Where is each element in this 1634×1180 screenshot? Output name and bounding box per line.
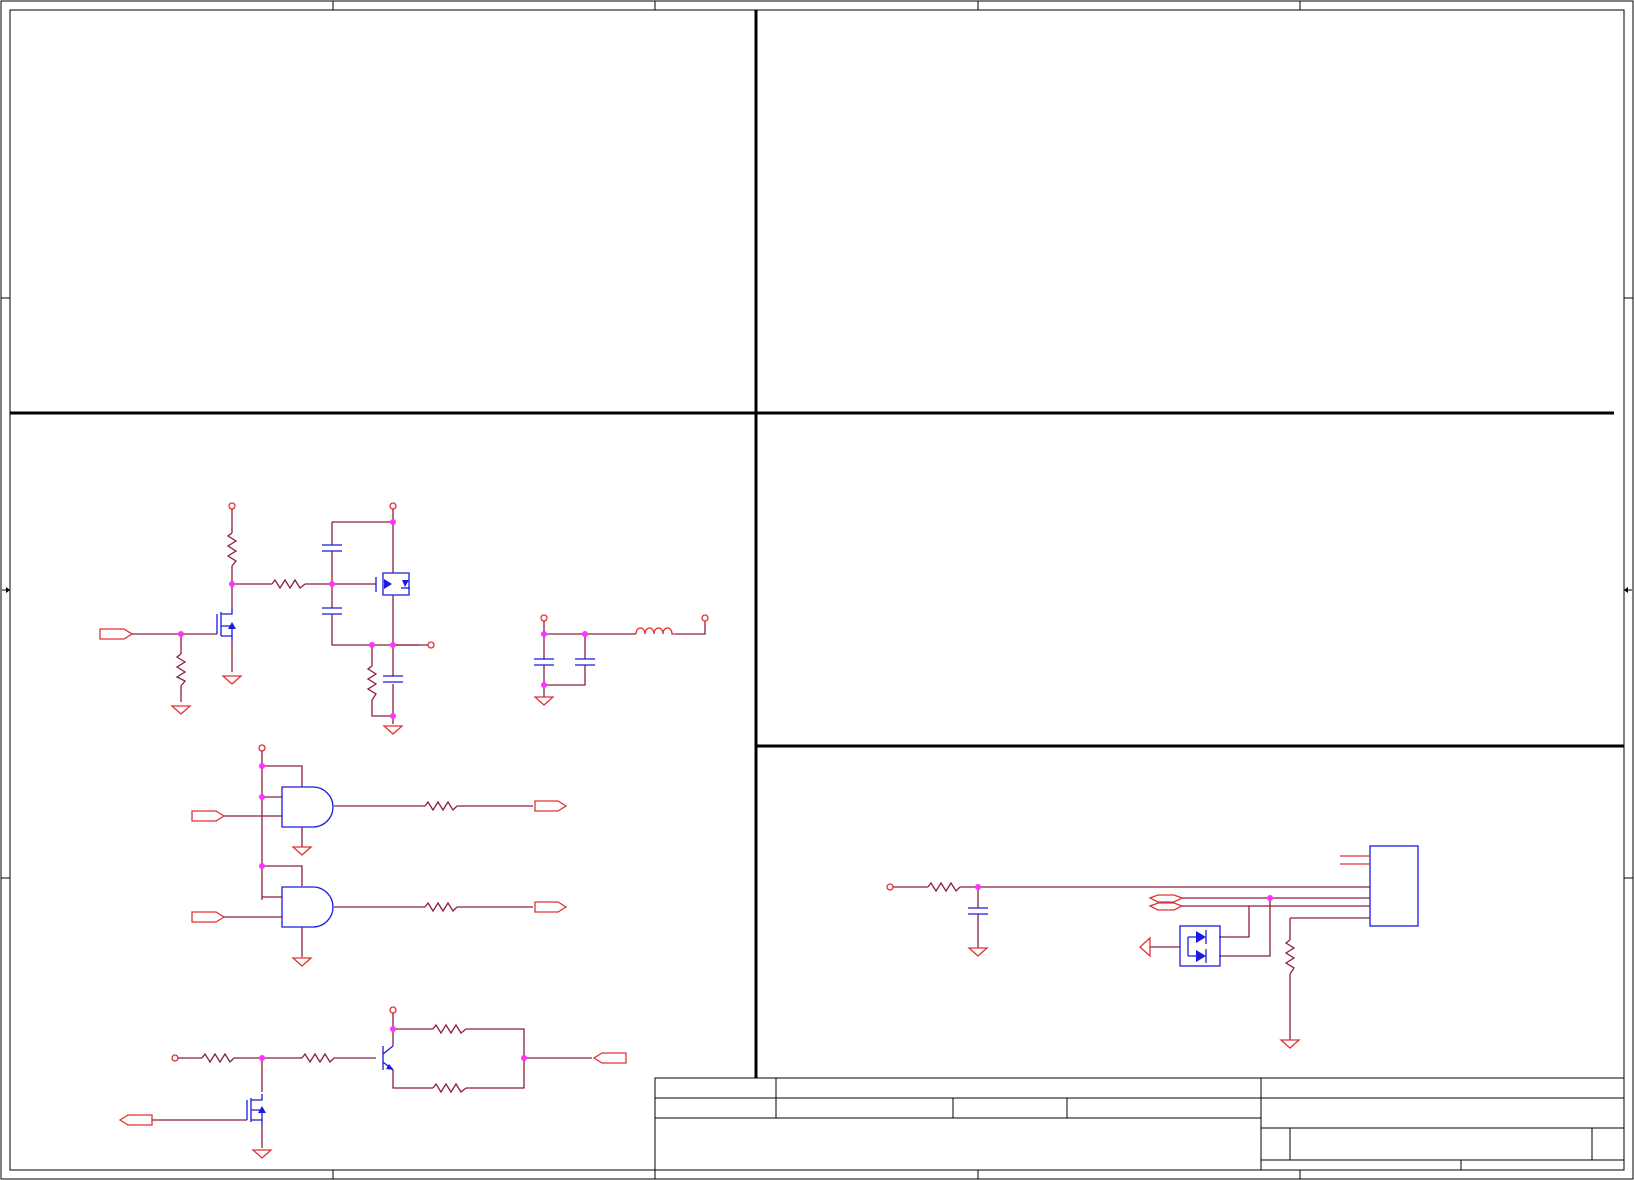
io-port-2 <box>118 1114 153 1126</box>
junction-dot <box>259 794 265 800</box>
resistor-gate <box>271 578 306 590</box>
lc-filter-circuit <box>533 614 709 706</box>
junction-dot <box>259 1055 265 1061</box>
resistor-pulldown <box>175 653 187 687</box>
tvs-diode-array <box>1179 925 1221 967</box>
junction-dot <box>259 863 265 869</box>
ground-symbol <box>382 725 404 735</box>
ground-symbol <box>291 957 313 967</box>
nmos-transistor-q1 <box>216 608 236 642</box>
input-port-1 <box>99 628 134 640</box>
capacitor-c5 <box>575 658 595 666</box>
schematic-sheet <box>0 0 1634 1180</box>
ground-symbol <box>291 846 313 856</box>
ground-symbol <box>967 947 989 957</box>
ground-symbol <box>221 675 243 685</box>
junction-dot <box>521 1055 527 1061</box>
junction-dot <box>975 884 981 890</box>
sheet-frame <box>0 0 1634 1180</box>
resistor-pullup <box>226 532 238 567</box>
connector-j1 <box>1369 845 1419 927</box>
power-pin <box>701 614 709 622</box>
output-port-2 <box>534 901 568 913</box>
bidir-port-2 <box>1148 902 1184 911</box>
and-gate-u2 <box>281 886 334 928</box>
resistor-r10 <box>927 881 961 893</box>
inductor-l1 <box>635 627 676 635</box>
resistor-r8 <box>432 1023 467 1035</box>
power-pin <box>171 1054 179 1062</box>
junction-dot <box>390 519 396 525</box>
junction-dot <box>329 581 335 587</box>
junction-dot <box>390 713 396 719</box>
resistor-r4 <box>424 800 458 812</box>
io-port-1 <box>592 1052 627 1064</box>
mosfet-switch-circuit <box>99 502 435 735</box>
power-pin <box>389 502 397 510</box>
junction-dot <box>582 631 588 637</box>
capacitor-c3 <box>383 675 403 683</box>
connector-interface-circuit <box>886 845 1419 1049</box>
ground-symbol <box>170 705 192 715</box>
junction-dots <box>178 519 1273 1061</box>
title-block <box>654 1077 1625 1171</box>
resistor-r3 <box>366 665 378 701</box>
power-pin <box>258 744 266 752</box>
ground-symbol <box>533 696 555 706</box>
junction-dot <box>541 682 547 688</box>
power-pin <box>540 614 548 622</box>
resistor-r6 <box>201 1052 235 1064</box>
resistor-r11 <box>1284 939 1296 975</box>
capacitor-c2 <box>322 607 342 615</box>
junction-dot <box>229 581 235 587</box>
bidir-port-1 <box>1148 894 1184 903</box>
output-port-1 <box>534 800 568 812</box>
input-port-3 <box>191 911 226 923</box>
resistor-r9 <box>432 1082 467 1094</box>
junction-dot <box>259 763 265 769</box>
power-pin <box>389 1006 397 1014</box>
nmos-transistor-q4 <box>246 1094 266 1126</box>
ground-symbol-side <box>1139 936 1151 958</box>
ground-symbol <box>251 1149 273 1159</box>
junction-dot <box>178 631 184 637</box>
npn-transistor-q3 <box>382 1045 394 1071</box>
capacitor-c1 <box>322 544 342 552</box>
junction-dot <box>541 631 547 637</box>
and-gate-u1 <box>281 786 334 828</box>
capacitor-c4 <box>534 658 554 666</box>
junction-dot <box>390 1026 396 1032</box>
power-pin <box>886 883 894 891</box>
input-port-2 <box>191 810 226 822</box>
section-dividers <box>10 10 1624 1078</box>
junction-dot <box>390 642 396 648</box>
resistor-r5 <box>424 901 458 913</box>
output-pin <box>427 641 435 649</box>
pmos-transistor-q2 <box>375 572 410 596</box>
bjt-level-shifter-circuit <box>118 1006 627 1159</box>
resistor-r7 <box>301 1052 335 1064</box>
ground-symbol <box>1279 1039 1301 1049</box>
and-gate-circuit <box>191 744 568 967</box>
capacitor-c6 <box>968 907 988 915</box>
junction-dot <box>1267 895 1273 901</box>
power-pin <box>228 502 236 510</box>
junction-dot <box>369 642 375 648</box>
connector-pins <box>1340 855 1370 865</box>
